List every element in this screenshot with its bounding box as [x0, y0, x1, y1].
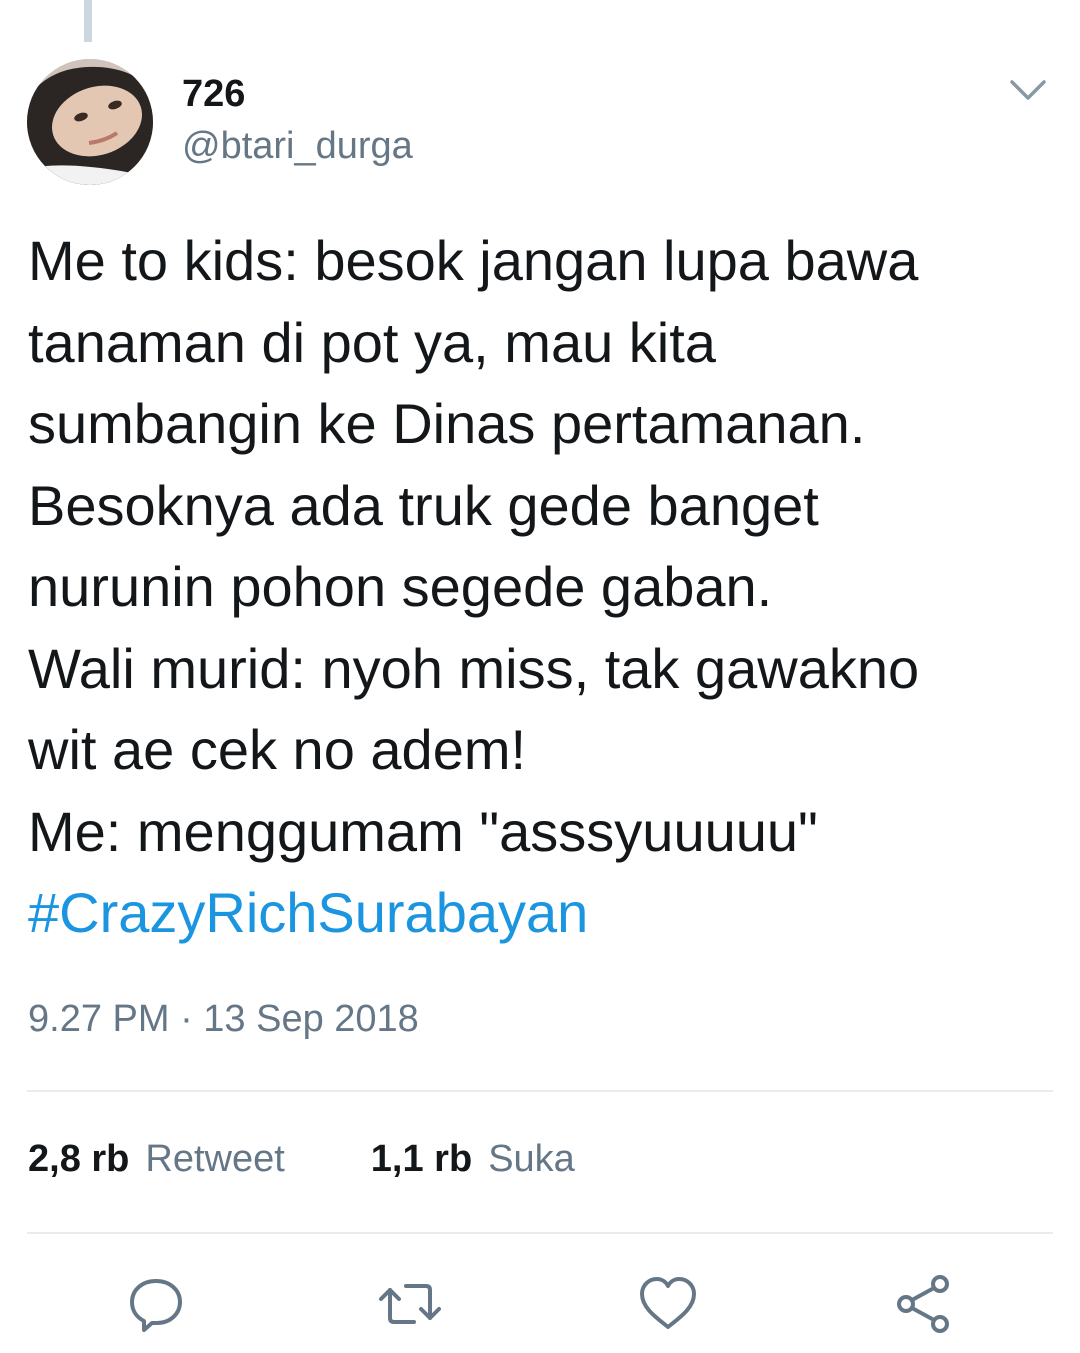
retweet-button[interactable]: [378, 1272, 442, 1336]
thread-connector-line: [84, 0, 92, 42]
retweets-stat[interactable]: 2,8 rb Retweet: [28, 1136, 285, 1182]
tweet-timestamp[interactable]: 9.27 PM · 13 Sep 2018: [28, 996, 419, 1042]
reply-button[interactable]: [124, 1272, 188, 1336]
share-button[interactable]: [892, 1272, 956, 1336]
likes-count: 1,1 rb: [370, 1138, 473, 1180]
share-icon: [897, 1275, 949, 1333]
display-name[interactable]: 726: [182, 72, 245, 116]
user-handle[interactable]: @btari_durga: [182, 124, 413, 168]
like-button[interactable]: [636, 1272, 700, 1336]
engagement-stats: 2,8 rb Retweet 1,1 rb Suka: [28, 1136, 661, 1182]
retweet-icon: [379, 1284, 441, 1324]
divider: [27, 1232, 1053, 1234]
tweet-text: Me to kids: besok jangan lupa bawa tanam…: [28, 220, 1058, 954]
tweet-text-line: nurunin pohon segede gaban.: [28, 555, 773, 618]
tweet-text-line: Me to kids: besok jangan lupa bawa: [28, 229, 919, 292]
hashtag-link[interactable]: #CrazyRichSurabayan: [28, 872, 1058, 954]
tweet-text-line: sumbangin ke Dinas pertamanan.: [28, 392, 866, 455]
likes-stat[interactable]: 1,1 rb Suka: [371, 1136, 575, 1182]
tweet-text-line: Me: menggumam "asssyuuuuu": [28, 799, 818, 863]
avatar[interactable]: [27, 59, 153, 185]
tweet-text-line: Besoknya ada truk gede banget: [28, 473, 819, 537]
tweet-text-line: wit ae cek no adem!: [28, 718, 527, 781]
chevron-down-icon[interactable]: [1004, 72, 1052, 112]
retweets-label: Retweet: [145, 1138, 285, 1180]
like-icon: [640, 1277, 696, 1329]
retweets-count: 2,8 rb: [28, 1138, 130, 1180]
divider: [27, 1090, 1053, 1092]
reply-icon: [130, 1279, 182, 1332]
tweet-text-line: Wali murid: nyoh miss, tak gawakno: [28, 636, 920, 700]
tweet-text-line: tanaman di pot ya, mau kita: [28, 310, 716, 374]
likes-label: Suka: [488, 1138, 575, 1180]
avatar-image: [27, 59, 153, 185]
